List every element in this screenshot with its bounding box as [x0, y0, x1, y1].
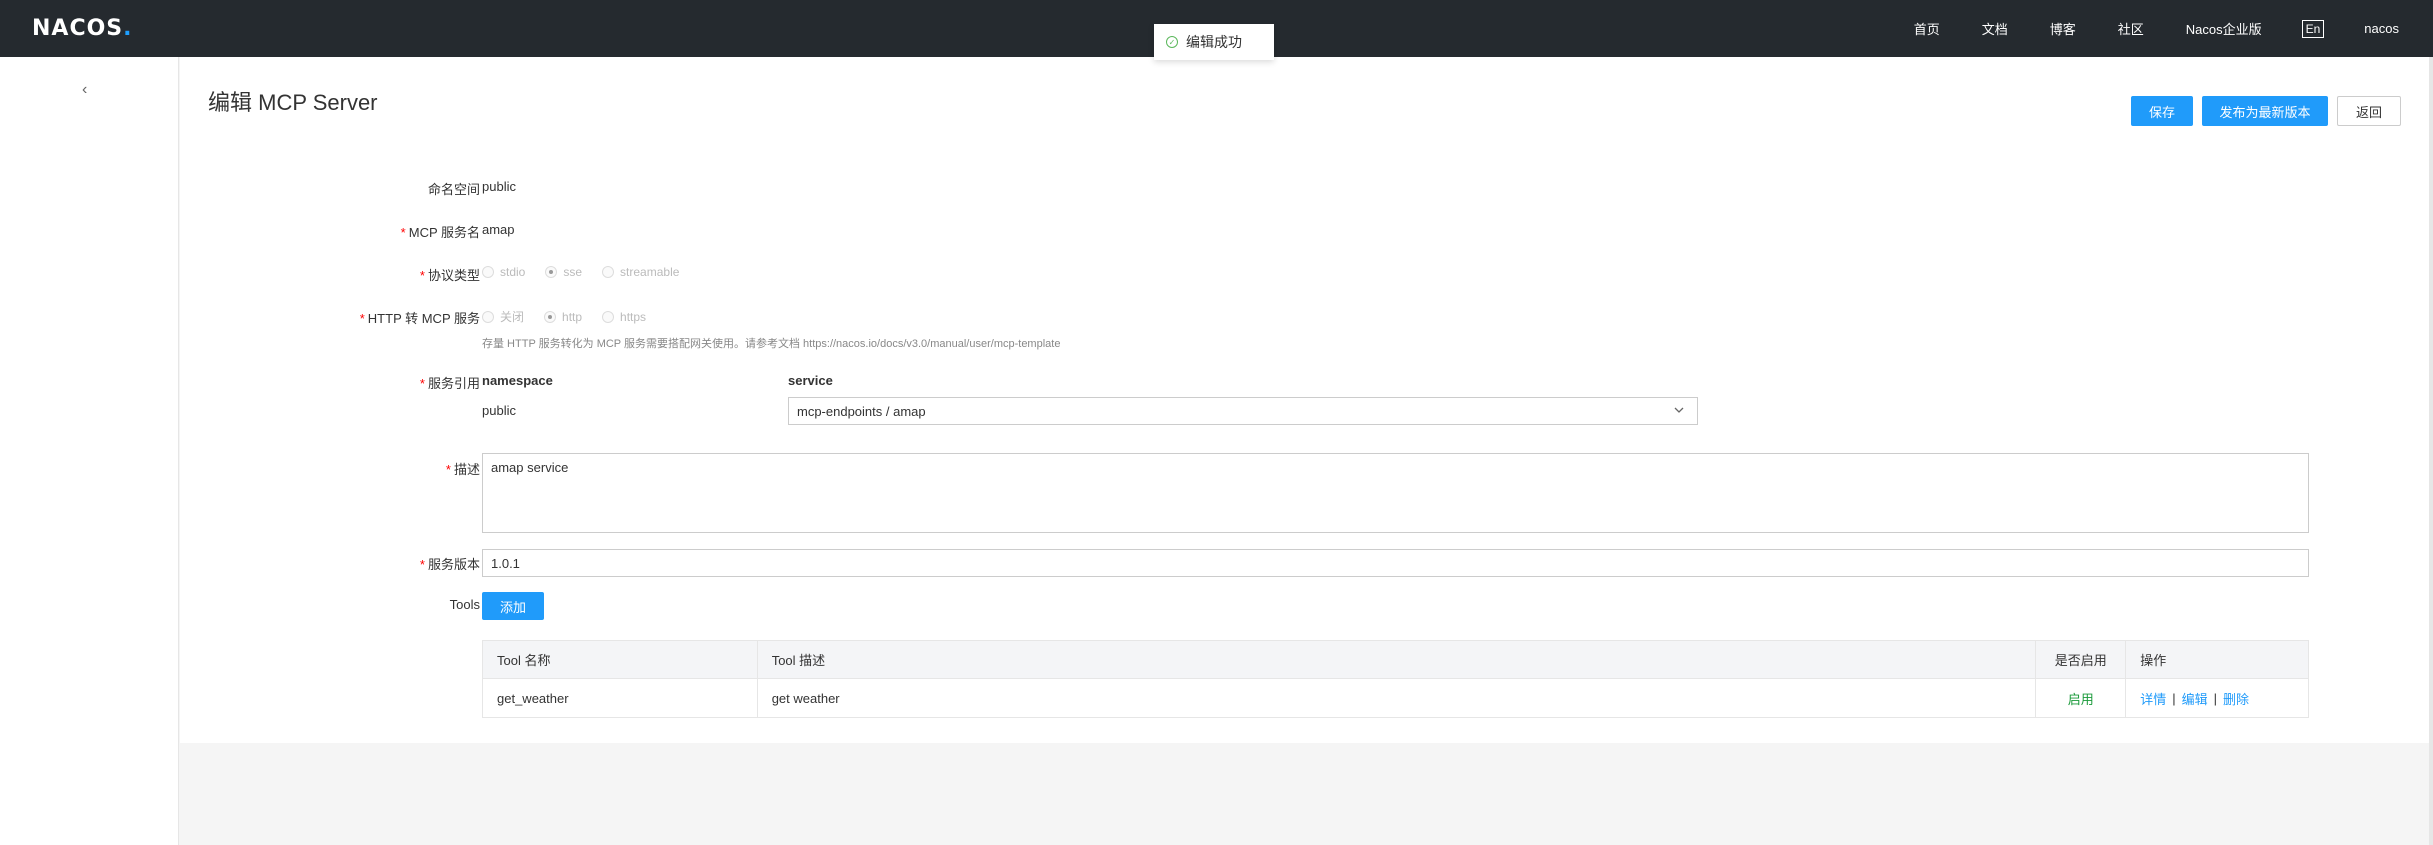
- logo-text: NACOS: [32, 16, 124, 41]
- nacos-logo[interactable]: NACOS.: [32, 16, 133, 41]
- language-toggle[interactable]: En: [2301, 19, 2325, 38]
- protocol-radio-group: stdio sse streamable: [482, 265, 699, 279]
- namespace-value: public: [482, 179, 516, 194]
- radio-circle: [602, 310, 615, 323]
- service-ref-label-text: 服务引用: [427, 376, 480, 391]
- protocol-radio-stdio[interactable]: stdio: [482, 265, 525, 279]
- chevron-down-icon: [1673, 404, 1685, 419]
- radio-circle-selected: [544, 310, 557, 323]
- delete-link[interactable]: 删除: [2223, 689, 2249, 708]
- collapse-sidebar-icon[interactable]: ‹: [82, 81, 87, 99]
- namespace-label: 命名空间: [180, 179, 480, 198]
- top-nav-links: 首页 文档 博客 社区 Nacos企业版 En nacos: [1872, 0, 2399, 57]
- right-edge-strip: [2429, 57, 2433, 845]
- header-enabled: 是否启用: [2036, 641, 2127, 678]
- tool-name-cell: get_weather: [483, 679, 758, 717]
- service-select[interactable]: mcp-endpoints / amap: [788, 397, 1698, 425]
- protocol-label: * 协议类型: [180, 265, 480, 284]
- radio-circle: [482, 266, 494, 278]
- required-mark: *: [445, 462, 451, 477]
- page-title: 编辑 MCP Server: [208, 90, 378, 115]
- save-button[interactable]: 保存: [2131, 96, 2193, 126]
- service-name-value: amap: [482, 222, 515, 237]
- http-radio-http[interactable]: http: [544, 310, 582, 324]
- header-tool-name: Tool 名称: [483, 641, 758, 678]
- required-mark: *: [400, 225, 406, 240]
- version-label-text: 服务版本: [427, 557, 480, 572]
- namespace-label-text: 命名空间: [427, 182, 480, 197]
- tool-desc-cell: get weather: [758, 679, 2037, 717]
- http-to-mcp-radio-group: 关闭 http https: [482, 308, 666, 325]
- tool-status-badge: 启用: [2036, 679, 2127, 717]
- radio-label: streamable: [620, 265, 680, 279]
- description-label-text: 描述: [453, 462, 480, 477]
- header-actions: 操作: [2140, 653, 2167, 668]
- required-mark: *: [359, 311, 365, 326]
- protocol-radio-streamable[interactable]: streamable: [602, 265, 679, 279]
- radio-label: sse: [563, 265, 583, 279]
- table-header-row: Tool 名称 Tool 描述 是否启用 操作: [483, 641, 2308, 679]
- check-icon: ✓: [1166, 36, 1178, 48]
- service-ref-label: * 服务引用: [180, 373, 480, 392]
- back-button[interactable]: 返回: [2337, 96, 2401, 126]
- http-radio-off[interactable]: 关闭: [482, 308, 524, 325]
- separator: |: [2172, 690, 2176, 706]
- http-to-mcp-label-text: HTTP 转 MCP 服务: [367, 311, 480, 326]
- radio-circle-selected: [545, 266, 558, 278]
- toast-text: 编辑成功: [1186, 34, 1242, 50]
- tools-label: Tools: [449, 597, 480, 612]
- nav-blog[interactable]: 博客: [2050, 19, 2076, 38]
- user-name[interactable]: nacos: [2364, 21, 2399, 36]
- http-radio-https[interactable]: https: [602, 310, 646, 324]
- radio-label: stdio: [500, 265, 526, 279]
- http-to-mcp-label: * HTTP 转 MCP 服务: [180, 308, 480, 327]
- logo-dot: .: [123, 16, 133, 41]
- edit-link[interactable]: 编辑: [2182, 689, 2208, 708]
- sidebar: ‹: [0, 57, 179, 845]
- separator: |: [2213, 690, 2217, 706]
- nav-enterprise[interactable]: Nacos企业版: [2186, 19, 2262, 38]
- protocol-label-text: 协议类型: [427, 268, 480, 283]
- namespace-column-head: namespace: [482, 373, 553, 388]
- publish-latest-button[interactable]: 发布为最新版本: [2202, 96, 2328, 126]
- nav-community[interactable]: 社区: [2118, 19, 2144, 38]
- required-mark: *: [419, 557, 425, 572]
- radio-circle: [602, 266, 615, 278]
- description-label: * 描述: [180, 459, 480, 478]
- version-label: * 服务版本: [180, 554, 480, 573]
- http-to-mcp-hint: 存量 HTTP 服务转化为 MCP 服务需要搭配网关使用。请参考文档 https…: [482, 338, 1061, 350]
- service-name-label: * MCP 服务名: [180, 222, 480, 241]
- description-textarea[interactable]: amap service: [482, 453, 2309, 533]
- header-tool-desc: Tool 描述: [758, 641, 2037, 678]
- table-row: get_weather get weather 启用 详情 | 编辑 | 删除: [483, 679, 2308, 717]
- version-input[interactable]: 1.0.1: [482, 549, 2309, 577]
- tool-actions-cell: 详情 | 编辑 | 删除: [2126, 679, 2308, 717]
- radio-label: http: [562, 309, 583, 324]
- tools-table: Tool 名称 Tool 描述 是否启用 操作 get_weather get …: [482, 640, 2309, 718]
- required-mark: *: [419, 268, 425, 283]
- detail-link[interactable]: 详情: [2140, 689, 2166, 708]
- nav-home[interactable]: 首页: [1914, 19, 1940, 38]
- required-mark: *: [419, 376, 425, 391]
- radio-circle: [482, 310, 494, 323]
- service-select-value: mcp-endpoints / amap: [797, 403, 926, 419]
- service-name-label-text: MCP 服务名: [408, 225, 480, 240]
- service-ref-namespace-value: public: [482, 403, 516, 418]
- radio-label: 关闭: [500, 310, 525, 324]
- service-column-head: service: [788, 373, 833, 388]
- radio-label: https: [620, 309, 647, 324]
- nav-docs[interactable]: 文档: [1982, 19, 2008, 38]
- add-tool-button[interactable]: 添加: [482, 592, 544, 620]
- protocol-radio-sse[interactable]: sse: [545, 265, 582, 279]
- success-toast: ✓ 编辑成功: [1154, 24, 1274, 60]
